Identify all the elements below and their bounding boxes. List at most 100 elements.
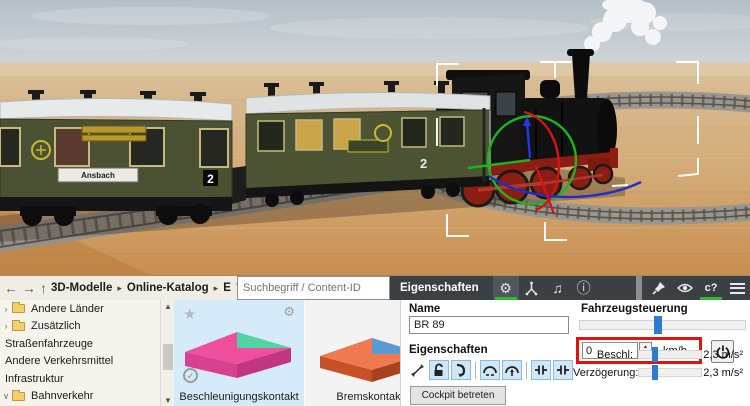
breadcrumb-item-3[interactable]: E xyxy=(223,282,231,294)
search-input[interactable] xyxy=(238,282,390,294)
bottom-panel: ← → ↑ 3D-Modelle ▸ Online-Katalog ▸ E ↻ … xyxy=(0,275,750,406)
coupling-icon xyxy=(556,365,569,375)
search-box xyxy=(237,276,400,300)
verzoegerung-label: Verzögerung: xyxy=(573,367,639,379)
accel-value: 2,3 m/s² xyxy=(703,349,743,361)
tree-scrollbar[interactable]: ▲ ▼ xyxy=(160,300,174,406)
tile-gear-icon[interactable]: ⚙ xyxy=(283,304,295,320)
name-label: Name xyxy=(409,303,441,315)
tile-bremskontakt[interactable]: Bremskontakt xyxy=(305,300,400,406)
speed-slider-handle[interactable] xyxy=(653,316,662,334)
folder-icon xyxy=(12,302,25,314)
unlock-button[interactable] xyxy=(429,360,449,380)
tree-item-label: Andere Verkehrsmittel xyxy=(5,355,114,368)
breadcrumb-item-2[interactable]: Online-Katalog xyxy=(127,282,209,294)
tree-item-zusaetzlich[interactable]: › Zusätzlich xyxy=(0,318,160,336)
visibility-button[interactable] xyxy=(672,276,698,300)
app-window: 2 Ansbach 2 ← → ↑ 3D-Modelle ▸ Online-Ka… xyxy=(0,0,750,406)
pin-icon xyxy=(652,282,665,295)
model-preview-wedge-orange xyxy=(320,338,400,382)
properties-tab-title: Eigenschaften xyxy=(400,282,479,294)
coupling-mode-button[interactable]: c? xyxy=(698,276,724,300)
scroll-down-icon[interactable]: ▼ xyxy=(161,394,175,406)
breadcrumb-item-1[interactable]: 3D-Modelle xyxy=(51,282,112,294)
coach2-class-mark: 2 xyxy=(420,156,427,171)
tree-item-strassenfahrzeuge[interactable]: Straßenfahrzeuge xyxy=(0,335,160,353)
tree-item-bahnverkehr[interactable]: ∨ Bahnverkehr xyxy=(0,388,160,406)
folder-icon xyxy=(12,319,25,331)
menu-button[interactable] xyxy=(724,276,750,300)
scroll-up-icon[interactable]: ▲ xyxy=(161,300,175,313)
passenger-coach-2[interactable]: 2 xyxy=(232,81,491,207)
hamburger-icon xyxy=(729,282,745,294)
tree-item-label: Zusätzlich xyxy=(31,320,81,333)
breadcrumb-separator: ▸ xyxy=(117,282,122,293)
tree-item-andere-verkehrsmittel[interactable]: Andere Verkehrsmittel xyxy=(0,353,160,371)
gear-icon: ⚙ xyxy=(499,279,512,296)
pantograph-down-button[interactable] xyxy=(480,360,500,380)
folder-icon xyxy=(12,389,25,401)
coach1-class-badge: 2 xyxy=(207,172,214,186)
chevron-right-icon[interactable]: › xyxy=(0,321,12,331)
properties-gear-tab[interactable]: ⚙ xyxy=(492,276,519,300)
property-icon-row xyxy=(407,359,573,381)
coupling-icon xyxy=(534,365,547,375)
properties-tab-bar: Eigenschaften ⚙ ♫ ⓘ c? xyxy=(390,276,750,300)
music-note-icon: ♫ xyxy=(552,280,563,296)
beschl-label: Beschl: xyxy=(596,349,633,361)
object-axes-tab[interactable] xyxy=(519,276,545,300)
dome-up-arrow-icon xyxy=(505,366,519,376)
pantograph-up-button[interactable] xyxy=(502,360,522,380)
installed-check-icon: ✓ xyxy=(183,368,198,383)
diagonal-arrows-icon xyxy=(410,363,424,377)
icon-separator xyxy=(475,361,476,379)
pin-button[interactable] xyxy=(646,276,672,300)
tree-item-label: Straßenfahrzeuge xyxy=(5,337,94,350)
axes-icon xyxy=(525,281,538,295)
chevron-right-icon[interactable]: › xyxy=(0,304,12,314)
accel-slider-handle[interactable] xyxy=(651,347,658,362)
back-button[interactable]: ← xyxy=(4,281,18,295)
tree-item-label: Andere Länder xyxy=(31,302,104,315)
cockpit-betreten-button[interactable]: Cockpit betreten xyxy=(410,386,506,405)
sound-tab[interactable]: ♫ xyxy=(545,276,571,300)
catalog-navbar: ← → ↑ 3D-Modelle ▸ Online-Katalog ▸ E ↻ xyxy=(0,276,247,300)
decel-slider-handle[interactable] xyxy=(651,365,658,380)
up-button[interactable]: ↑ xyxy=(40,281,47,295)
3d-viewport[interactable]: 2 Ansbach 2 xyxy=(0,0,750,275)
chevron-down-icon[interactable]: ∨ xyxy=(0,391,12,402)
hook-button[interactable] xyxy=(451,360,471,380)
tile-beschleunigungskontakt[interactable]: ★ ⚙ ✓ Beschleunigungskontakt xyxy=(174,300,304,406)
forward-button[interactable]: → xyxy=(22,281,36,295)
eigenschaften-label: Eigenschaften xyxy=(409,344,488,356)
favorite-star-icon[interactable]: ★ xyxy=(183,305,196,323)
speed-slider[interactable] xyxy=(579,316,746,334)
passenger-coach-1[interactable]: Ansbach 2 xyxy=(0,90,233,226)
open-lock-icon xyxy=(434,363,443,376)
breadcrumb-separator: ▸ xyxy=(213,282,219,293)
model-catalog: ★ ⚙ ✓ Beschleunigungskontakt Bremskontak… xyxy=(174,300,400,406)
fahrzeugsteuerung-title: Fahrzeugsteuerung xyxy=(581,303,688,315)
dome-arrows-icon xyxy=(483,366,497,376)
coupling-front-button[interactable] xyxy=(531,360,551,380)
3d-scene: 2 Ansbach 2 xyxy=(0,0,750,275)
tile-label: Beschleunigungskontakt xyxy=(179,391,299,403)
tree-item-label: Bahnverkehr xyxy=(31,390,94,403)
name-input[interactable] xyxy=(409,316,569,334)
toolbar-divider xyxy=(636,276,642,300)
properties-panel: Name Eigenschaften xyxy=(400,300,750,406)
panel-toolbar: ← → ↑ 3D-Modelle ▸ Online-Katalog ▸ E ↻ … xyxy=(0,276,750,300)
tree-item-label: Infrastruktur xyxy=(5,372,64,385)
tree-item-andere-laender[interactable]: › Andere Länder xyxy=(0,300,160,318)
info-icon: ⓘ xyxy=(576,280,591,296)
tree-item-infrastruktur[interactable]: Infrastruktur xyxy=(0,370,160,388)
coupling-rear-button[interactable] xyxy=(553,360,573,380)
move-object-button[interactable] xyxy=(407,360,427,380)
scrollbar-thumb[interactable] xyxy=(163,344,173,370)
icon-separator xyxy=(526,361,527,379)
eye-icon xyxy=(677,283,693,293)
tile-label: Bremskontakt xyxy=(336,391,400,403)
coach1-destination-sign: Ansbach xyxy=(81,171,115,180)
hook-icon xyxy=(456,363,466,377)
info-tab[interactable]: ⓘ xyxy=(571,276,597,300)
